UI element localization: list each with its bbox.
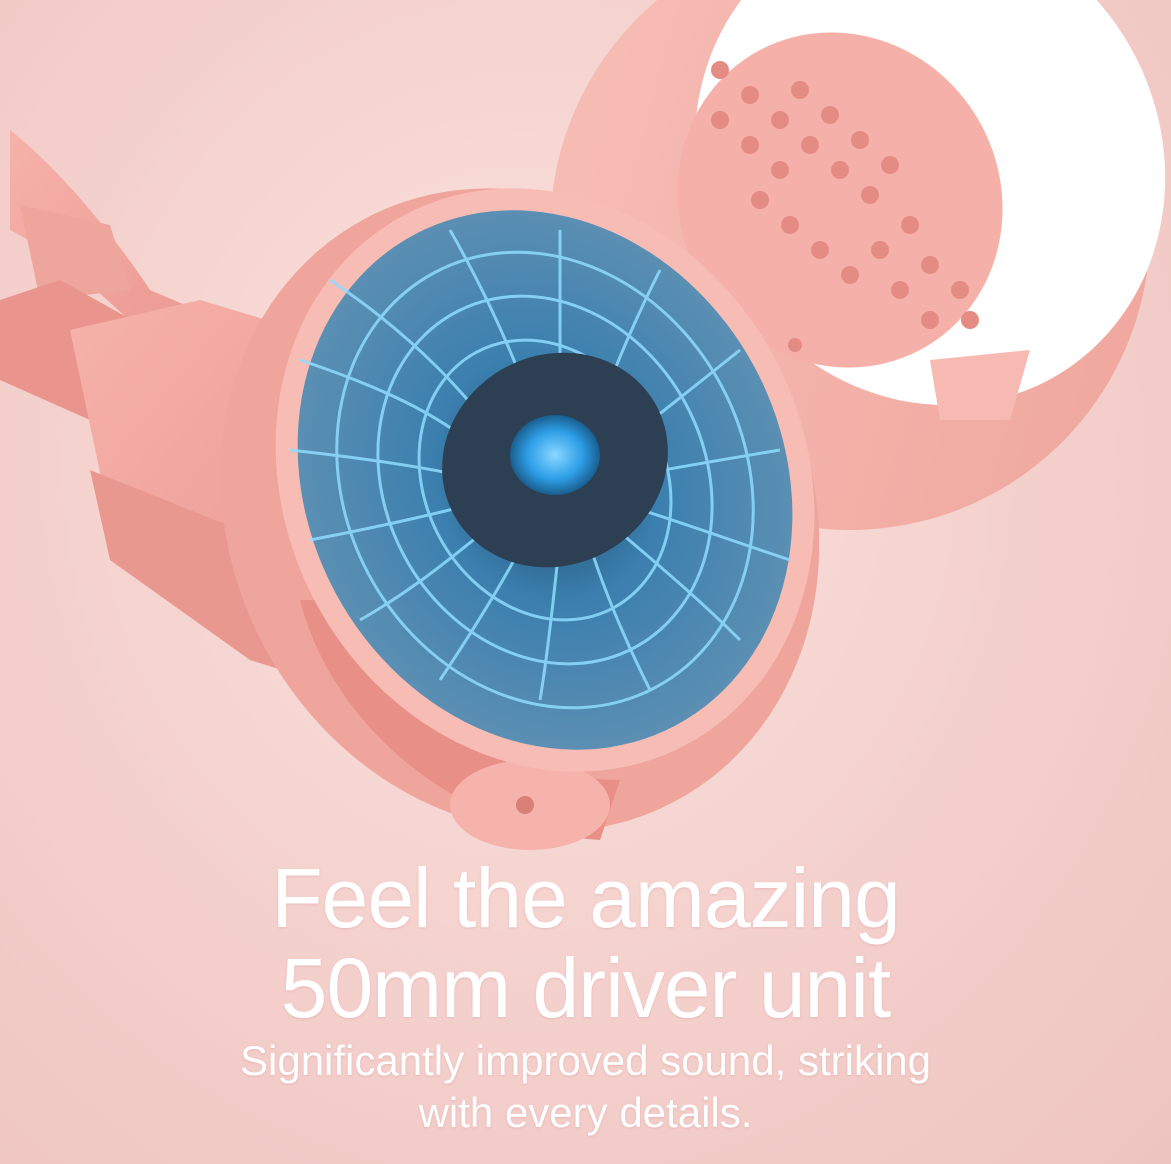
headline-line-2: 50mm driver unit — [280, 941, 892, 1035]
headline-line-1: Feel the amazing — [271, 851, 900, 945]
subtext-line-1: Significantly improved sound, striking — [240, 1037, 931, 1084]
driver-glow — [510, 415, 600, 495]
product-banner: Feel the amazing 50mm driver unit Signif… — [0, 0, 1171, 1164]
aux-port — [516, 796, 534, 814]
subtext-line-2: with every details. — [418, 1089, 753, 1136]
